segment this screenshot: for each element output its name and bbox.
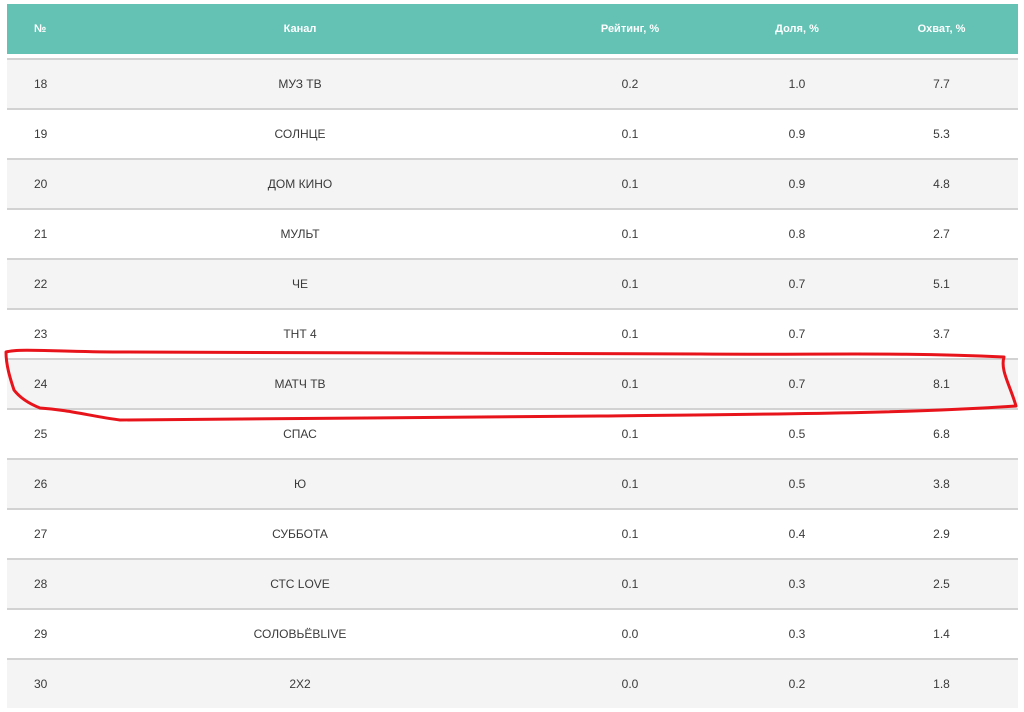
cell-rating: 0.1 (621, 277, 639, 291)
cell-channel: ЧЕ (291, 277, 308, 291)
cell-channel: СТС LOVE (270, 577, 330, 591)
cell-rating: 0.1 (621, 177, 639, 191)
cell-reach: 4.8 (933, 177, 950, 191)
cell-reach: 2.5 (933, 577, 950, 591)
cell-rating: 0.1 (621, 427, 639, 441)
cell-num: 30 (34, 677, 48, 691)
cell-channel: СУББОТА (272, 527, 328, 541)
cell-rating: 0.1 (621, 477, 639, 491)
cell-num: 29 (34, 627, 48, 641)
cell-num: 20 (34, 177, 48, 191)
table-body: 18 МУЗ ТВ 0.2 1.0 7.7 19 СОЛНЦЕ 0.1 0.9 5.3 20 ДОМ … (7, 58, 1018, 708)
cell-rating: 0.0 (621, 677, 639, 691)
cell-rating: 0.0 (621, 627, 639, 641)
cell-channel: СПАС (283, 427, 317, 441)
table-row: 28 СТС LOVE 0.1 0.3 2.5 (7, 558, 1018, 608)
cell-share: 0.7 (788, 327, 806, 341)
cell-num: 21 (34, 227, 48, 241)
cell-reach: 1.8 (933, 677, 950, 691)
table-row: 30 2Х2 0.0 0.2 1.8 (7, 658, 1018, 708)
cell-channel: ТНТ 4 (283, 327, 317, 341)
cell-num: 28 (34, 577, 48, 591)
cell-share: 0.9 (788, 177, 806, 191)
cell-channel: Ю (293, 477, 307, 491)
cell-num: 18 (34, 77, 48, 91)
cell-num: 27 (34, 527, 48, 541)
cell-rating: 0.1 (621, 577, 639, 591)
cell-rating: 0.1 (621, 527, 639, 541)
cell-reach: 7.7 (933, 77, 950, 91)
header-reach[interactable]: Охват, % (865, 23, 1018, 35)
cell-rating: 0.1 (621, 377, 639, 391)
header-channel[interactable]: Канал (69, 23, 531, 35)
cell-reach: 5.3 (933, 127, 950, 141)
cell-share: 0.4 (788, 527, 806, 541)
cell-rating: 0.1 (621, 227, 639, 241)
cell-reach: 6.8 (933, 427, 950, 441)
cell-num: 22 (34, 277, 48, 291)
header-rating[interactable]: Рейтинг, % (531, 23, 729, 35)
cell-channel: СОЛНЦЕ (274, 127, 326, 141)
cell-reach: 3.8 (933, 477, 950, 491)
table-row: 24 МАТЧ ТВ 0.1 0.7 8.1 (7, 358, 1018, 408)
cell-reach: 5.1 (933, 277, 950, 291)
cell-rating: 0.2 (621, 77, 639, 91)
cell-rating: 0.1 (621, 127, 639, 141)
table-row: 25 СПАС 0.1 0.5 6.8 (7, 408, 1018, 458)
cell-share: 0.7 (788, 277, 806, 291)
table-row: 21 МУЛЬТ 0.1 0.8 2.7 (7, 208, 1018, 258)
table-row: 27 СУББОТА 0.1 0.4 2.9 (7, 508, 1018, 558)
header-num[interactable]: № (7, 23, 69, 35)
table-row: 20 ДОМ КИНО 0.1 0.9 4.8 (7, 158, 1018, 208)
cell-channel: ДОМ КИНО (267, 177, 333, 191)
table-row: 23 ТНТ 4 0.1 0.7 3.7 (7, 308, 1018, 358)
cell-channel: МУЛЬТ (280, 227, 320, 241)
cell-num: 25 (34, 427, 48, 441)
cell-share: 0.2 (788, 677, 806, 691)
cell-channel: МАТЧ ТВ (274, 377, 326, 391)
table-row: 18 МУЗ ТВ 0.2 1.0 7.7 (7, 58, 1018, 108)
ratings-table: № Канал Рейтинг, % Доля, % Охват, % 18 МУ… (7, 4, 1018, 708)
cell-share: 0.3 (788, 577, 806, 591)
table-row: 29 СОЛОВЬЁВLIVE 0.0 0.3 1.4 (7, 608, 1018, 658)
cell-channel: 2Х2 (289, 677, 311, 691)
table-row: 19 СОЛНЦЕ 0.1 0.9 5.3 (7, 108, 1018, 158)
cell-channel: МУЗ ТВ (278, 77, 322, 91)
header-share[interactable]: Доля, % (729, 23, 865, 35)
cell-share: 0.8 (788, 227, 806, 241)
cell-reach: 2.9 (933, 527, 950, 541)
cell-channel: СОЛОВЬЁВLIVE (253, 627, 347, 641)
cell-reach: 1.4 (933, 627, 950, 641)
cell-reach: 2.7 (933, 227, 950, 241)
cell-num: 23 (34, 327, 48, 341)
cell-reach: 3.7 (933, 327, 950, 341)
cell-rating: 0.1 (621, 327, 639, 341)
cell-share: 0.5 (788, 477, 806, 491)
cell-num: 26 (34, 477, 48, 491)
cell-share: 0.7 (788, 377, 806, 391)
cell-num: 19 (34, 127, 48, 141)
table-row: 22 ЧЕ 0.1 0.7 5.1 (7, 258, 1018, 308)
cell-num: 24 (34, 377, 48, 391)
table-header: № Канал Рейтинг, % Доля, % Охват, % (7, 4, 1018, 54)
cell-share: 1.0 (788, 77, 806, 91)
cell-share: 0.5 (788, 427, 806, 441)
cell-share: 0.3 (788, 627, 806, 641)
cell-share: 0.9 (788, 127, 806, 141)
cell-reach: 8.1 (933, 377, 950, 391)
table-row: 26 Ю 0.1 0.5 3.8 (7, 458, 1018, 508)
